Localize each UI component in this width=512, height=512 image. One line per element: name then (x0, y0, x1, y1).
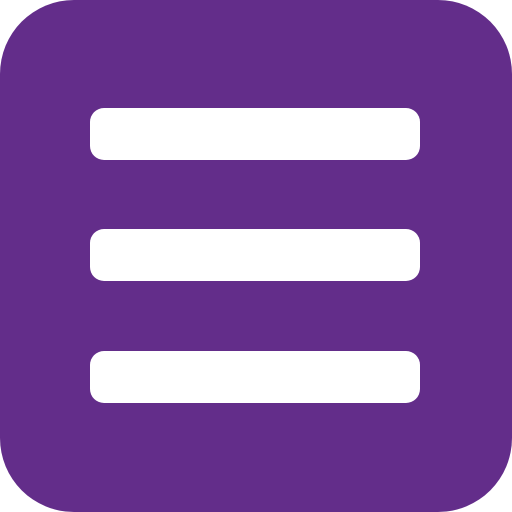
menu-bar-middle (90, 229, 420, 281)
menu-bar-top (90, 108, 420, 160)
menu-bar-bottom (90, 351, 420, 403)
menu-button[interactable] (0, 0, 512, 512)
